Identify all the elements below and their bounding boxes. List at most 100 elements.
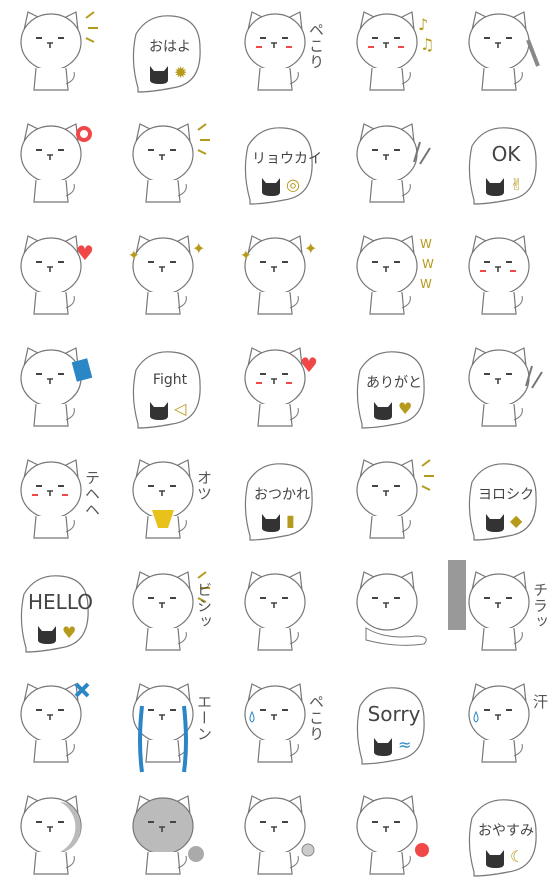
- sticker-cat[interactable]: [336, 560, 448, 672]
- sticker-bubble[interactable]: ▮ おつかれ: [224, 448, 336, 560]
- side-text: 汗: [531, 694, 549, 710]
- sticker-bubble[interactable]: ♥ HELLO: [0, 560, 112, 672]
- sun-icon: ✹: [174, 63, 187, 82]
- sticker-cat[interactable]: ✦ ✦: [112, 224, 224, 336]
- cat-illustration: [244, 795, 315, 875]
- sticker-cat[interactable]: テヘヘ: [0, 448, 112, 560]
- sticker-cat[interactable]: [336, 448, 448, 560]
- bubble-text: おやすみ: [478, 823, 534, 839]
- sticker-cat[interactable]: オツ: [112, 448, 224, 560]
- sticker-cat[interactable]: [224, 784, 336, 896]
- sticker-cat[interactable]: エーン: [112, 672, 224, 784]
- sticker-cat[interactable]: ペこり: [224, 672, 336, 784]
- sticker-bubble[interactable]: ◎ リョウカイ: [224, 112, 336, 224]
- speech-bubble: ◁: [132, 351, 201, 429]
- svg-text:♥: ♥: [300, 353, 318, 377]
- cat-illustration: ✦ ✦: [240, 235, 317, 315]
- sticker-cat[interactable]: ペこり: [224, 0, 336, 112]
- beer-icon: ▮: [286, 511, 295, 530]
- cat-illustration: [468, 347, 543, 427]
- sticker-cat[interactable]: ♥: [0, 224, 112, 336]
- bubble-text: HELLO: [28, 590, 93, 614]
- bubble-text: ヨロシク: [478, 487, 534, 503]
- sticker-cat[interactable]: [448, 0, 560, 112]
- cat-illustration: [468, 235, 530, 315]
- sticker-cat[interactable]: [336, 112, 448, 224]
- sticker-cat[interactable]: [0, 112, 112, 224]
- target-icon: ◎: [286, 175, 300, 194]
- sticker-cat[interactable]: [448, 224, 560, 336]
- cat-illustration: [20, 11, 98, 91]
- sticker-cat[interactable]: [112, 784, 224, 896]
- blue-drops-icon: ≈: [398, 735, 411, 754]
- sticker-cat[interactable]: [0, 672, 112, 784]
- speech-bubble: ✌: [468, 127, 537, 205]
- sticker-cat[interactable]: ✦ ✦: [224, 224, 336, 336]
- speech-bubble: ◎: [244, 127, 313, 205]
- moon-icon: ☾: [510, 847, 524, 866]
- sticker-bubble[interactable]: ≈ Sorry: [336, 672, 448, 784]
- sticker-cat[interactable]: [0, 0, 112, 112]
- sticker-bubble[interactable]: ◁ Fight: [112, 336, 224, 448]
- sticker-cat[interactable]: [0, 336, 112, 448]
- sticker-bubble[interactable]: ☾ おやすみ: [448, 784, 560, 896]
- sticker-cat[interactable]: WWWWWW: [336, 224, 448, 336]
- speech-bubble: ♥: [20, 575, 89, 653]
- cat-illustration: [356, 795, 429, 875]
- svg-text:✦: ✦: [240, 248, 252, 264]
- diamonds-icon: ◆: [510, 511, 523, 530]
- cat-illustration: [468, 11, 540, 91]
- side-text: チラッ: [531, 582, 549, 630]
- cat-illustration: [468, 683, 530, 763]
- cat-illustration: [20, 682, 90, 763]
- bubble-text: Sorry: [367, 702, 421, 726]
- cat-illustration: [132, 123, 210, 203]
- sticker-bubble[interactable]: ♥ ありがと: [336, 336, 448, 448]
- bubble-text: OK: [491, 142, 521, 166]
- svg-text:W: W: [420, 277, 432, 291]
- sticker-cat[interactable]: [448, 336, 560, 448]
- cat-illustration: [356, 123, 431, 203]
- cat-illustration: ♥: [244, 347, 318, 427]
- svg-text:✦: ✦: [192, 239, 205, 258]
- svg-text:♪: ♪: [418, 15, 428, 34]
- cat-illustration: [244, 571, 306, 651]
- svg-text:✦: ✦: [128, 248, 140, 264]
- svg-text:✦: ✦: [304, 239, 317, 258]
- bubble-text: おはよ: [149, 39, 191, 55]
- svg-text:♥: ♥: [76, 241, 94, 265]
- heart-icon: ♥: [62, 623, 76, 642]
- cat-illustration: [356, 459, 434, 539]
- sticker-cat[interactable]: 汗: [448, 672, 560, 784]
- speech-bubble: ◆: [468, 463, 537, 541]
- svg-text:W: W: [422, 257, 434, 271]
- sticker-cat[interactable]: ♪ ♫: [336, 0, 448, 112]
- cat-illustration: WWW: [356, 235, 434, 315]
- side-text: ペこり: [307, 694, 325, 742]
- sticker-bubble[interactable]: ✹ おはよ: [112, 0, 224, 112]
- sticker-bubble[interactable]: ◆ ヨロシク: [448, 448, 560, 560]
- speech-bubble: ☾: [468, 799, 537, 877]
- side-text: オツ: [195, 470, 213, 502]
- sticker-cat[interactable]: ♥: [224, 336, 336, 448]
- sticker-bubble[interactable]: ✌ OK: [448, 112, 560, 224]
- side-text: テヘヘ: [83, 470, 101, 518]
- sticker-cat[interactable]: [112, 112, 224, 224]
- sticker-cat[interactable]: [0, 784, 112, 896]
- side-text: ビシッ: [195, 582, 213, 630]
- sticker-cat[interactable]: [336, 784, 448, 896]
- cat-illustration: [20, 795, 82, 875]
- cat-illustration: ✦ ✦: [128, 235, 205, 315]
- sticker-cat[interactable]: [224, 560, 336, 672]
- cat-illustration: ♪♫: [356, 11, 434, 91]
- hearts-icon: ♥: [398, 399, 412, 418]
- cat-illustration: [132, 795, 204, 875]
- sticker-cat[interactable]: ビシッ: [112, 560, 224, 672]
- speech-bubble: ≈: [356, 687, 425, 765]
- svg-text:W: W: [420, 237, 432, 251]
- bubble-text: ありがと: [366, 375, 422, 391]
- sticker-cat[interactable]: チラッ: [448, 560, 560, 672]
- cat-illustration: [132, 459, 194, 539]
- bubble-text: リョウカイ: [252, 151, 322, 167]
- bubble-text: おつかれ: [254, 487, 310, 503]
